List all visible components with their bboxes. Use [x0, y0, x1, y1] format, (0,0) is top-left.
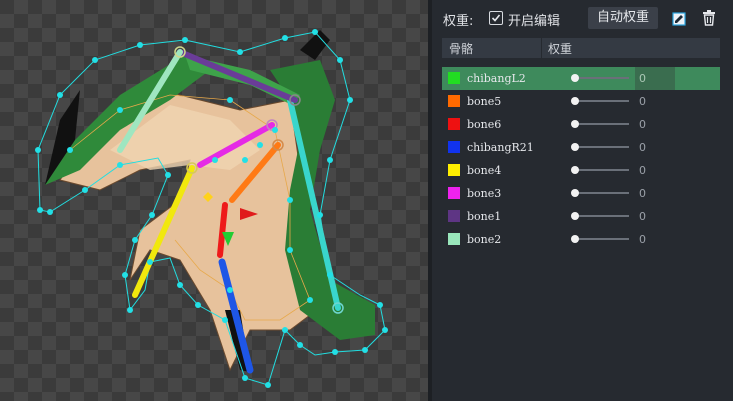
weight-slider-track[interactable]	[576, 169, 629, 171]
weight-slider-handle[interactable]	[571, 74, 579, 82]
weight-slider-handle[interactable]	[571, 212, 579, 220]
bone-row[interactable]: chibangR21 0	[442, 136, 720, 159]
weight-toolbar: 权重: 开启编辑 自动权重	[432, 0, 733, 36]
bone-color-swatch	[448, 72, 460, 84]
weight-value[interactable]: 0	[639, 187, 646, 200]
bone-row[interactable]: bone4 0	[442, 159, 720, 182]
weight-column-header: 权重	[548, 42, 573, 56]
bone-name: bone2	[467, 233, 502, 246]
weight-slider-track[interactable]	[576, 100, 629, 102]
enable-edit-label[interactable]: 开启编辑	[508, 10, 560, 29]
trash-icon[interactable]	[702, 10, 716, 26]
bone-color-swatch	[448, 95, 460, 107]
bone-color-swatch	[448, 118, 460, 130]
bone-list: chibangL2 0 bone5 0 bone6 0 chibangR21 0 bone4 0 b…	[442, 67, 720, 251]
bone-row[interactable]: bone1 0	[442, 205, 720, 228]
checkmark-icon	[491, 14, 501, 22]
bone-color-swatch	[448, 187, 460, 199]
bone-name: bone4	[467, 164, 502, 177]
bone-name: bone5	[467, 95, 502, 108]
bone-column-header: 骨骼	[449, 42, 474, 56]
weight-slider-track[interactable]	[576, 77, 629, 79]
weight-slider-handle[interactable]	[571, 166, 579, 174]
weight-value[interactable]: 0	[639, 210, 646, 223]
bone-color-swatch	[448, 141, 460, 153]
weight-slider-handle[interactable]	[571, 189, 579, 197]
auto-weight-button[interactable]: 自动权重	[588, 7, 658, 29]
weight-value[interactable]: 0	[639, 233, 646, 246]
weight-slider-track[interactable]	[576, 123, 629, 125]
canvas-viewport[interactable]	[0, 0, 428, 401]
bone-color-swatch	[448, 210, 460, 222]
weight-slider-handle[interactable]	[571, 97, 579, 105]
bone-color-swatch	[448, 164, 460, 176]
weight-slider-handle[interactable]	[571, 235, 579, 243]
bone-name: bone1	[467, 210, 502, 223]
weight-slider-track[interactable]	[576, 215, 629, 217]
bone-name: chibangR21	[467, 141, 534, 154]
weight-value[interactable]: 0	[639, 141, 646, 154]
weight-slider-track[interactable]	[576, 146, 629, 148]
bone-name: bone6	[467, 118, 502, 131]
bone-row[interactable]: bone5 0	[442, 90, 720, 113]
bone-row[interactable]: bone6 0	[442, 113, 720, 136]
weight-slider-handle[interactable]	[571, 120, 579, 128]
weight-slider-track[interactable]	[576, 192, 629, 194]
enable-edit-checkbox[interactable]	[489, 11, 503, 25]
weight-panel: 权重: 开启编辑 自动权重 骨骼 权重 chibangL2 0 bone5 0 bone…	[432, 0, 733, 401]
weight-slider-track[interactable]	[576, 238, 629, 240]
table-header: 骨骼 权重	[442, 38, 720, 58]
bone-color-swatch	[448, 233, 460, 245]
bone-row[interactable]: bone3 0	[442, 182, 720, 205]
weight-label: 权重:	[443, 14, 474, 29]
bone-name: chibangL2	[467, 72, 526, 85]
bone-row[interactable]: bone2 0	[442, 228, 720, 251]
bone-row[interactable]: chibangL2 0	[442, 67, 720, 90]
weight-slider-handle[interactable]	[571, 143, 579, 151]
weight-value[interactable]: 0	[639, 164, 646, 177]
weight-value[interactable]: 0	[639, 118, 646, 131]
weight-value[interactable]: 0	[639, 95, 646, 108]
edit-icon[interactable]	[672, 11, 686, 26]
wing-mesh-view[interactable]	[0, 0, 428, 401]
weight-value[interactable]: 0	[639, 72, 646, 85]
bone-name: bone3	[467, 187, 502, 200]
header-divider	[541, 38, 542, 58]
